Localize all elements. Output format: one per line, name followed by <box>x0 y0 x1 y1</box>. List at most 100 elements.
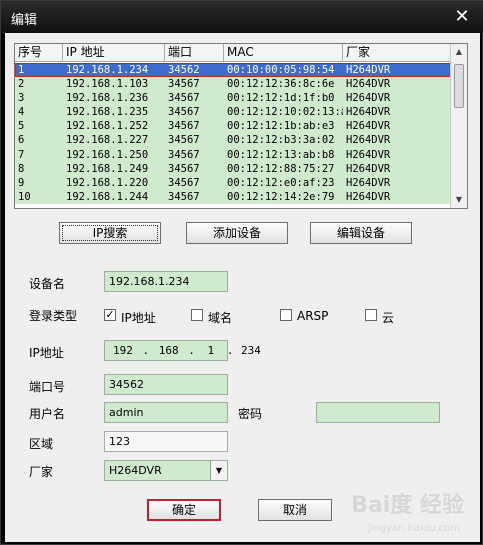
cell-mac: 00:12:12:88:75:27 <box>227 162 335 175</box>
cell-mac: 00:12:12:1b:ab:e3 <box>227 120 335 133</box>
table-row[interactable]: 10 192.168.1.244 34567 00:12:12:14:2e:79 H26… <box>15 189 451 204</box>
table-header: 序号 IP 地址 端口 MAC 厂家 <box>15 44 451 62</box>
cell-mac: 00:12:12:10:02:13:a5 <box>227 106 343 119</box>
cell-vendor: H264DVR <box>346 120 391 133</box>
cell-port: 34567 <box>168 134 200 147</box>
chevron-down-icon[interactable]: ▼ <box>210 461 227 480</box>
ip-octet-1[interactable]: 192 <box>113 344 133 357</box>
table-row[interactable]: 9 192.168.1.220 34567 00:12:12:e0:af:23 H264… <box>15 175 451 190</box>
region-input[interactable]: 123 <box>104 431 228 452</box>
cloud-option-label: 云 <box>382 311 395 325</box>
watermark-url: jingyan.baidu.com <box>367 523 460 534</box>
dialog-title: 编辑 <box>11 13 38 28</box>
cell-mac: 00:12:12:b3:3a:02 <box>227 134 335 147</box>
add-device-button[interactable]: 添加设备 <box>186 222 288 244</box>
username-label: 用户名 <box>29 407 66 421</box>
cell-ip: 192.168.1.252 <box>66 120 149 133</box>
table-row[interactable]: 5 192.168.1.252 34567 00:12:12:1b:ab:e3 H264… <box>15 119 451 134</box>
domain-checkbox[interactable] <box>191 309 203 321</box>
watermark-logo: Bai度 经验 <box>351 493 464 518</box>
table-row[interactable]: 2 192.168.1.103 34567 00:12:12:36:8c:6e H264… <box>15 77 451 92</box>
cell-ip: 192.168.1.244 <box>66 190 149 203</box>
cell-vendor: H264DVR <box>346 190 391 203</box>
vendor-label: 厂家 <box>29 465 54 479</box>
cell-vendor: H264DVR <box>346 106 391 119</box>
ip-dot-3: . <box>226 344 234 357</box>
cell-port: 34567 <box>168 148 200 161</box>
cell-port: 34567 <box>168 190 200 203</box>
scroll-up-icon[interactable]: ▲ <box>451 44 467 60</box>
cell-index: 1 <box>18 64 25 76</box>
ip-octet-2[interactable]: 168 <box>159 344 179 357</box>
cell-index: 2 <box>18 78 25 91</box>
cell-port: 34567 <box>168 176 200 189</box>
domain-option-label: 域名 <box>208 311 233 325</box>
table-scrollbar[interactable]: ▲ ▼ <box>450 44 467 208</box>
cell-ip: 192.168.1.249 <box>66 162 149 175</box>
table-row[interactable]: 1 192.168.1.234 34562 00:10:00:05:98:54 H264… <box>15 63 451 78</box>
table-row[interactable]: 3 192.168.1.236 34567 00:12:12:1d:1f:b0 H264… <box>15 91 451 106</box>
cell-ip: 192.168.1.235 <box>66 106 149 119</box>
vendor-select[interactable]: H264DVR ▼ <box>104 460 228 481</box>
column-header-ip[interactable]: IP 地址 <box>63 44 165 61</box>
vendor-selected-value: H264DVR <box>109 464 162 477</box>
cell-index: 9 <box>18 176 25 189</box>
cell-vendor: H264DVR <box>346 134 391 147</box>
column-header-index[interactable]: 序号 <box>15 44 63 61</box>
region-label: 区域 <box>29 437 54 451</box>
cell-ip: 192.168.1.250 <box>66 148 149 161</box>
cancel-button[interactable]: 取消 <box>258 499 332 521</box>
ip-address-label: IP地址 <box>29 346 64 360</box>
cell-vendor: H264DVR <box>346 162 391 175</box>
ip-octet-3[interactable]: 1 <box>208 344 215 357</box>
ok-button[interactable]: 确定 <box>147 499 221 521</box>
cell-ip: 192.168.1.236 <box>66 92 149 105</box>
cell-mac: 00:12:12:36:8c:6e <box>227 78 335 91</box>
edit-device-button[interactable]: 编辑设备 <box>310 222 412 244</box>
arsp-checkbox[interactable] <box>280 309 292 321</box>
port-label: 端口号 <box>29 380 66 394</box>
cell-index: 8 <box>18 162 25 175</box>
cell-ip: 192.168.1.220 <box>66 176 149 189</box>
device-name-input[interactable]: 192.168.1.234 <box>104 271 228 292</box>
cloud-checkbox[interactable] <box>365 309 377 321</box>
column-header-port[interactable]: 端口 <box>165 44 224 61</box>
cell-index: 6 <box>18 134 25 147</box>
table-row[interactable]: 4 192.168.1.235 34567 00:12:12:10:02:13:a5 H… <box>15 105 451 120</box>
cell-mac: 00:12:12:13:ab:b8 <box>227 148 335 161</box>
column-header-mac[interactable]: MAC <box>224 44 343 61</box>
username-input[interactable]: admin <box>104 402 228 423</box>
password-input[interactable] <box>316 402 440 423</box>
ip-address-checkbox[interactable]: ✓ <box>104 309 116 321</box>
cell-port: 34567 <box>168 162 200 175</box>
login-type-label: 登录类型 <box>29 309 78 323</box>
table-body: 1 192.168.1.234 34562 00:10:00:05:98:54 H264… <box>15 63 451 204</box>
ip-address-option-label: IP地址 <box>121 311 156 325</box>
table-row[interactable]: 6 192.168.1.227 34567 00:12:12:b3:3a:02 H264… <box>15 133 451 148</box>
port-input[interactable]: 34562 <box>104 374 228 395</box>
ip-dot-1: . <box>142 344 150 357</box>
cell-mac: 00:10:00:05:98:54 <box>227 64 335 76</box>
arsp-option-label: ARSP <box>297 309 329 323</box>
table-row[interactable]: 7 192.168.1.250 34567 00:12:12:13:ab:b8 H264… <box>15 147 451 162</box>
ip-search-button[interactable]: IP搜索 <box>59 222 161 244</box>
close-icon[interactable]: ✕ <box>452 7 472 27</box>
device-table: 序号 IP 地址 端口 MAC 厂家 1 192.168.1.234 34562 00… <box>14 43 468 209</box>
ip-octet-4[interactable]: 234 <box>241 344 261 357</box>
cell-vendor: H264DVR <box>346 176 391 189</box>
cell-mac: 00:12:12:1d:1f:b0 <box>227 92 335 105</box>
cell-index: 7 <box>18 148 25 161</box>
password-label: 密码 <box>238 407 263 421</box>
cell-index: 10 <box>18 190 31 203</box>
scroll-down-icon[interactable]: ▼ <box>451 192 467 208</box>
edit-device-dialog: 编辑 ✕ 序号 IP 地址 端口 MAC 厂家 1 192.168.1.234 34… <box>0 0 483 545</box>
checkmark-icon: ✓ <box>105 308 115 321</box>
scroll-thumb[interactable] <box>454 64 464 108</box>
cell-ip: 192.168.1.227 <box>66 134 149 147</box>
column-header-vendor[interactable]: 厂家 <box>343 44 451 61</box>
title-bar[interactable]: 编辑 ✕ <box>1 1 483 33</box>
device-name-label: 设备名 <box>29 277 66 291</box>
ip-address-input[interactable]: 192 . 168 . 1 . 234 <box>104 340 261 361</box>
table-row[interactable]: 8 192.168.1.249 34567 00:12:12:88:75:27 H264… <box>15 161 451 176</box>
cell-port: 34567 <box>168 120 200 133</box>
